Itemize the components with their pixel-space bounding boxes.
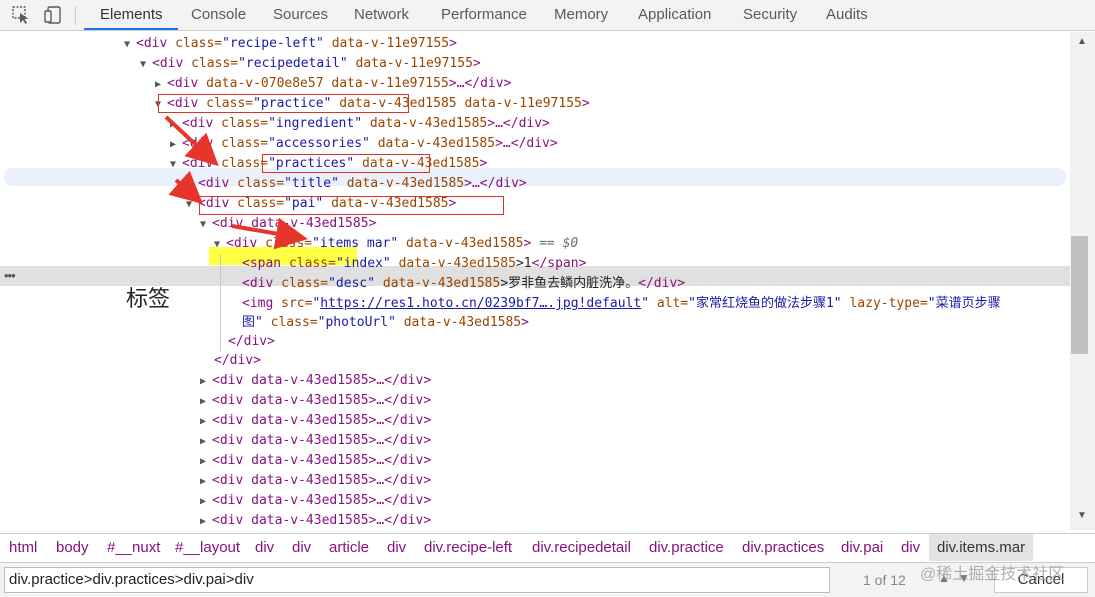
breadcrumb-item[interactable]: html xyxy=(9,534,37,561)
breadcrumb-item[interactable]: div xyxy=(292,534,311,561)
breadcrumb-item[interactable]: div.recipe-left xyxy=(424,534,512,561)
breadcrumb-item[interactable]: div xyxy=(387,534,406,561)
tab-security[interactable]: Security xyxy=(743,0,797,30)
breadcrumb-item[interactable]: div xyxy=(255,534,274,561)
tab-application[interactable]: Application xyxy=(638,0,711,30)
toolbar-separator xyxy=(75,6,76,25)
tab-console[interactable]: Console xyxy=(191,0,246,30)
breadcrumb-current[interactable]: div.items.mar xyxy=(929,534,1034,561)
breadcrumb-item[interactable]: div.pai xyxy=(841,534,883,561)
breadcrumb-item[interactable]: article xyxy=(329,534,369,561)
arrow-practices-to-pai xyxy=(168,170,203,204)
scroll-down-arrow-icon[interactable]: ▼ xyxy=(1077,510,1087,521)
breadcrumb-item[interactable]: #__nuxt xyxy=(107,534,160,561)
tab-network[interactable]: Network xyxy=(354,0,409,30)
breadcrumb-item[interactable]: body xyxy=(56,534,89,561)
tab-sources[interactable]: Sources xyxy=(273,0,328,30)
tab-audits[interactable]: Audits xyxy=(826,0,868,30)
tab-elements[interactable]: Elements xyxy=(100,0,163,30)
tab-memory[interactable]: Memory xyxy=(554,0,608,30)
search-input[interactable]: div.practice>div.practices>div.pai>div xyxy=(4,567,830,593)
breadcrumb-item[interactable]: div.practices xyxy=(742,534,824,561)
breadcrumb-item[interactable]: div.practice xyxy=(649,534,724,561)
breadcrumb: html body #__nuxt #__layout div div arti… xyxy=(0,533,1095,561)
arrow-pai-to-items xyxy=(231,217,308,250)
match-count: 1 of 12 xyxy=(863,572,906,588)
scroll-up-arrow-icon[interactable]: ▲ xyxy=(1077,36,1087,47)
breadcrumb-item[interactable]: div xyxy=(901,534,920,561)
tab-performance[interactable]: Performance xyxy=(441,0,527,30)
arrow-practice-to-practices xyxy=(164,115,219,167)
scrollbar-thumb[interactable] xyxy=(1071,236,1088,354)
watermark: @稀土掘金技术社区 xyxy=(920,566,1065,583)
devtools-toolbar: Elements Console Sources Network Perform… xyxy=(0,0,1095,31)
inspect-cursor-icon[interactable] xyxy=(12,6,32,24)
annotation-label: 标签 xyxy=(126,286,171,311)
breadcrumb-item[interactable]: #__layout xyxy=(175,534,240,561)
device-toggle-icon[interactable] xyxy=(44,6,64,24)
active-tab-indicator xyxy=(84,28,178,30)
breadcrumb-item[interactable]: div.recipedetail xyxy=(532,534,631,561)
